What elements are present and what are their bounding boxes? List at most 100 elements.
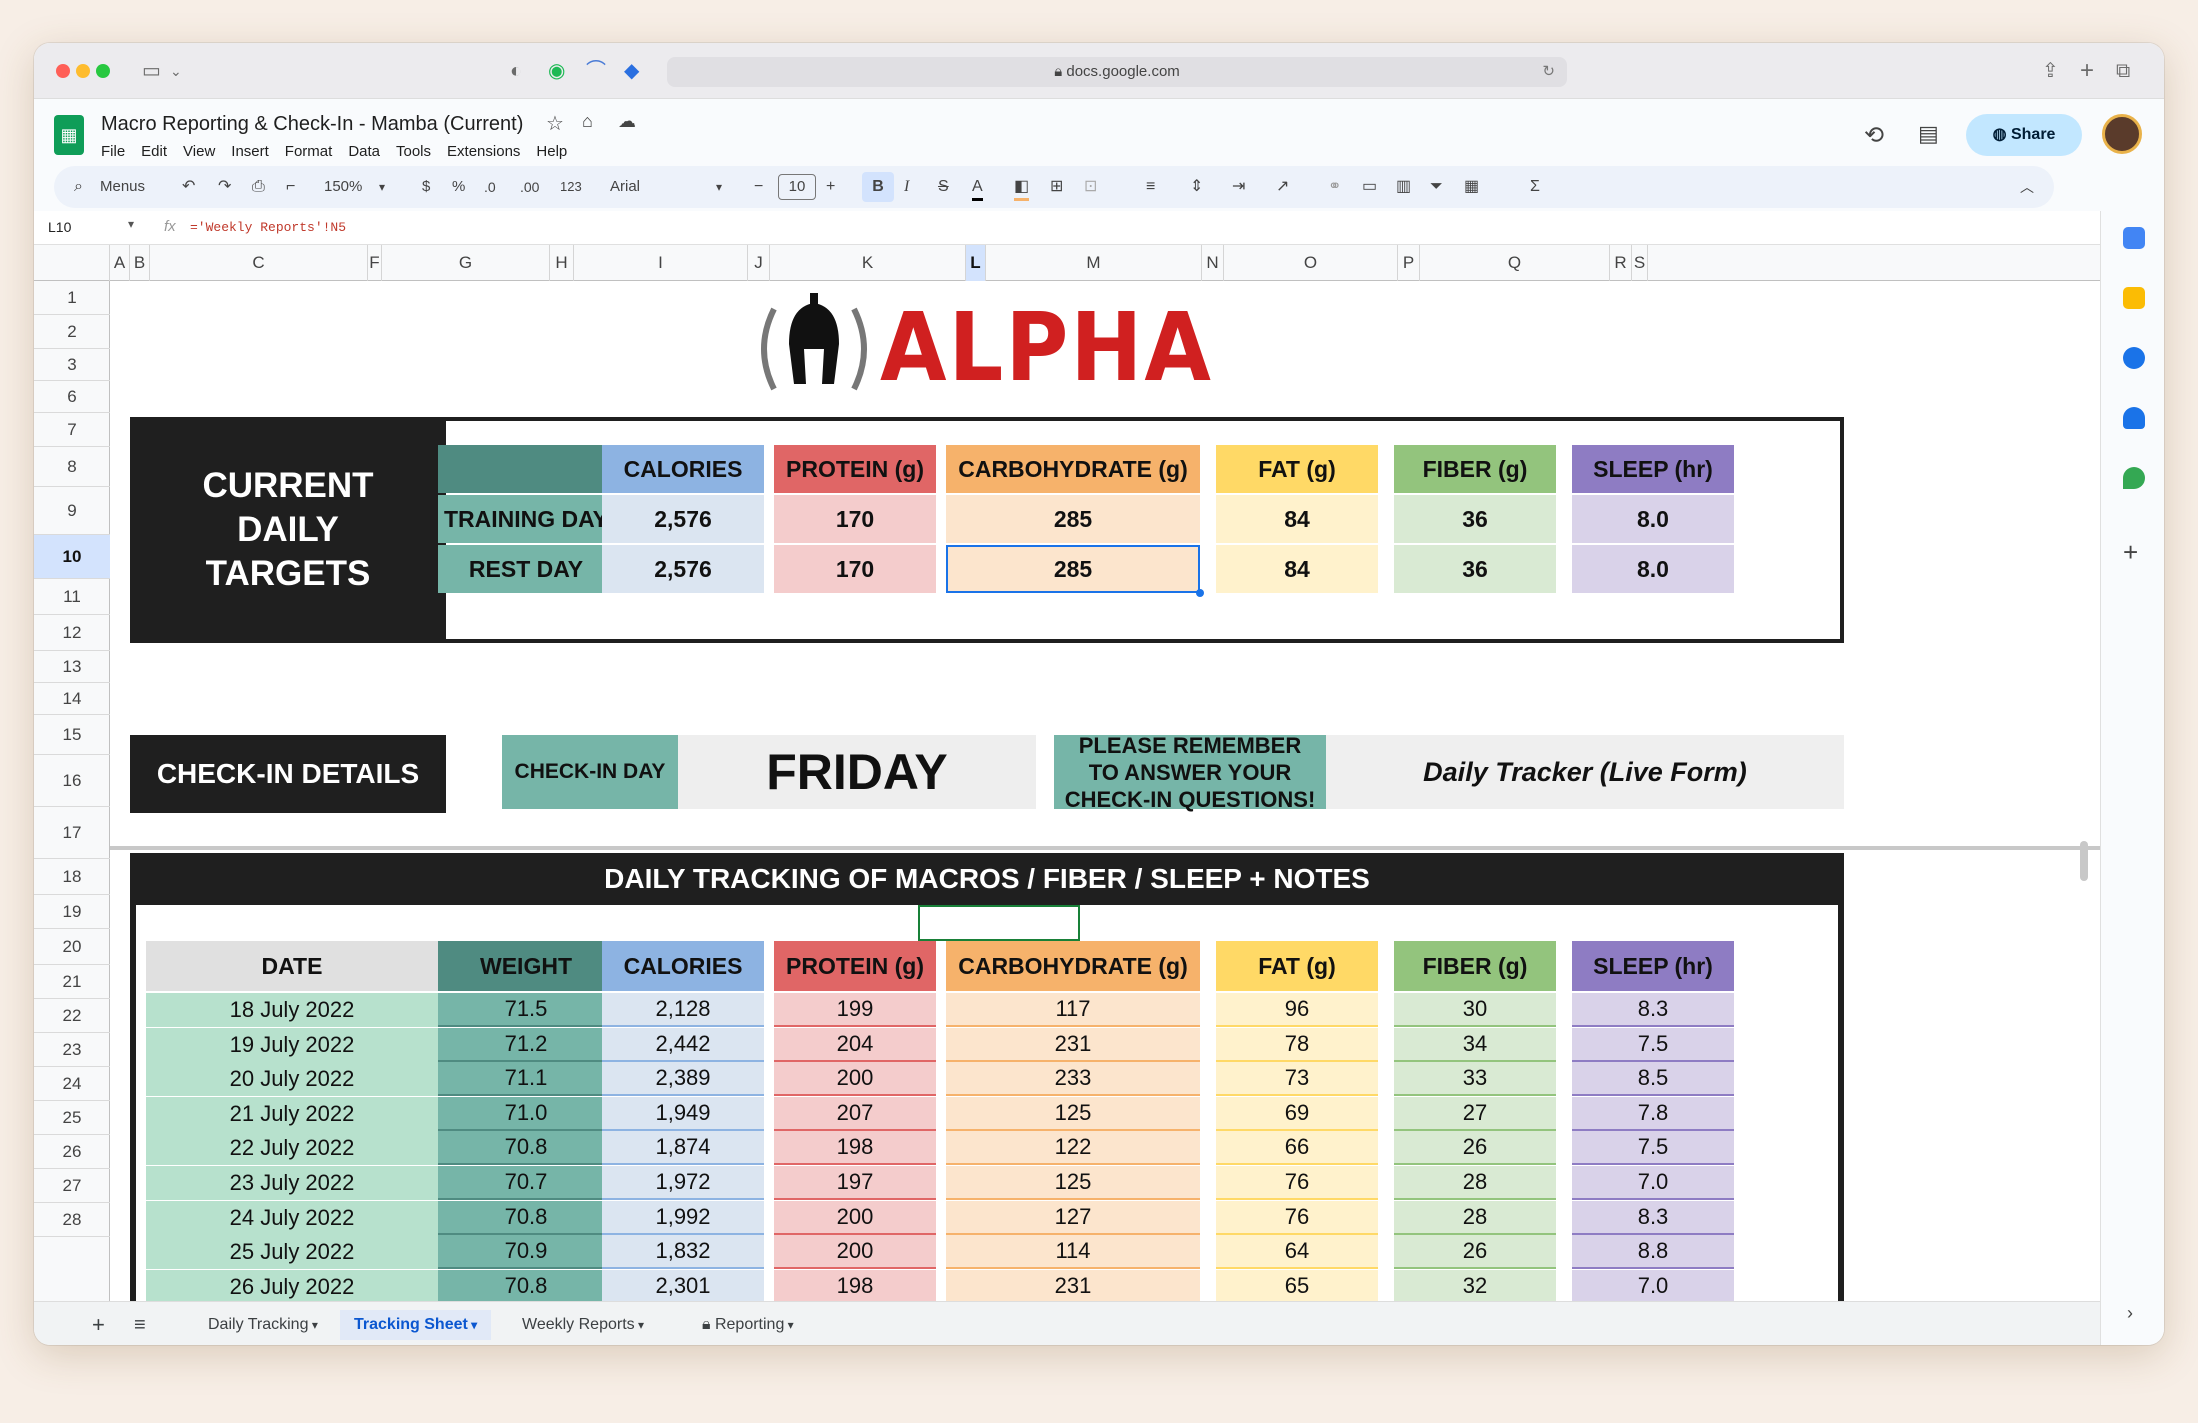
cloud-status-icon[interactable]: ☁	[618, 111, 636, 132]
tracking-value-cell[interactable]: 207	[774, 1096, 936, 1131]
bookmark-icon[interactable]: ◆	[624, 59, 639, 83]
tracking-date-cell[interactable]: 23 July 2022	[146, 1166, 438, 1200]
tracking-value-cell[interactable]: 71.5	[438, 993, 614, 1027]
tracking-value-cell[interactable]: 8.3	[1572, 993, 1734, 1027]
tracking-value-cell[interactable]: 2,442	[602, 1027, 764, 1062]
tracking-value-cell[interactable]: 70.9	[438, 1235, 614, 1270]
tracking-value-cell[interactable]: 26	[1394, 1131, 1556, 1166]
font-size-input[interactable]: 10	[778, 174, 816, 200]
row-header-18[interactable]: 18	[34, 859, 110, 895]
vertical-scrollbar[interactable]	[2080, 841, 2088, 881]
tracking-value-cell[interactable]: 96	[1216, 993, 1378, 1027]
tracking-value-cell[interactable]: 125	[946, 1096, 1200, 1131]
tracking-value-cell[interactable]: 1,972	[602, 1166, 764, 1200]
row-header-28[interactable]: 28	[34, 1203, 110, 1237]
row-header-21[interactable]: 21	[34, 965, 110, 999]
tracking-value-cell[interactable]: 231	[946, 1269, 1200, 1304]
menu-extensions[interactable]: Extensions	[447, 143, 520, 160]
paint-format-icon[interactable]: ⌐	[286, 176, 295, 198]
tracking-value-cell[interactable]: 34	[1394, 1027, 1556, 1062]
menu-tools[interactable]: Tools	[396, 143, 431, 160]
sheet-tab-reporting[interactable]: 🔒︎ Reporting ▾	[688, 1310, 808, 1340]
row-header-2[interactable]: 2	[34, 315, 110, 349]
row-header-25[interactable]: 25	[34, 1101, 110, 1135]
daily-tracker-form-link[interactable]: Daily Tracker (Live Form)	[1326, 735, 1844, 809]
formula-input[interactable]: ='Weekly Reports'!N5	[190, 220, 346, 235]
tracking-value-cell[interactable]: 1,874	[602, 1131, 764, 1166]
bold-button[interactable]: B	[862, 172, 894, 202]
search-menus-icon[interactable]: ⌕	[74, 176, 83, 198]
column-header-i[interactable]: I	[574, 245, 748, 281]
tracking-value-cell[interactable]: 30	[1394, 993, 1556, 1027]
tracking-value-cell[interactable]: 32	[1394, 1269, 1556, 1304]
tracking-value-cell[interactable]: 200	[774, 1200, 936, 1235]
sheet-tab-daily-tracking[interactable]: Daily Tracking ▾	[194, 1310, 332, 1340]
target-value-cell[interactable]: 285	[946, 495, 1200, 543]
row-header-10[interactable]: 10	[34, 535, 110, 579]
column-header-l[interactable]: L	[966, 245, 986, 281]
column-header-h[interactable]: H	[550, 245, 574, 281]
menu-file[interactable]: File	[101, 143, 125, 160]
tracking-value-cell[interactable]: 70.8	[438, 1131, 614, 1166]
tracking-value-cell[interactable]: 71.0	[438, 1096, 614, 1131]
menu-view[interactable]: View	[183, 143, 215, 160]
tracking-value-cell[interactable]: 7.0	[1572, 1269, 1734, 1304]
decrease-font-icon[interactable]: −	[754, 176, 763, 198]
tracking-date-cell[interactable]: 22 July 2022	[146, 1131, 438, 1166]
row-header-15[interactable]: 15	[34, 715, 110, 755]
percent-format-button[interactable]: %	[452, 176, 465, 198]
tracking-date-cell[interactable]: 20 July 2022	[146, 1062, 438, 1097]
tracking-value-cell[interactable]: 199	[774, 993, 936, 1027]
row-header-9[interactable]: 9	[34, 487, 110, 535]
column-header-o[interactable]: O	[1224, 245, 1398, 281]
tracking-value-cell[interactable]: 198	[774, 1269, 936, 1304]
tracking-value-cell[interactable]: 71.1	[438, 1062, 614, 1097]
tracking-value-cell[interactable]: 200	[774, 1235, 936, 1270]
row-header-19[interactable]: 19	[34, 895, 110, 929]
frozen-row-divider[interactable]	[110, 846, 2100, 850]
row-header-23[interactable]: 23	[34, 1033, 110, 1067]
column-header-s[interactable]: S	[1632, 245, 1648, 281]
zoom-select[interactable]: 150%	[324, 176, 362, 198]
row-header-12[interactable]: 12	[34, 615, 110, 651]
filter-icon[interactable]: ⏷	[1430, 176, 1443, 198]
font-chevron-icon[interactable]: ▾	[716, 176, 722, 198]
select-all-corner[interactable]	[34, 245, 110, 281]
tracking-value-cell[interactable]: 2,128	[602, 993, 764, 1027]
star-icon[interactable]: ☆	[546, 111, 564, 136]
version-history-icon[interactable]: ⟲	[1864, 121, 1884, 150]
tracking-date-cell[interactable]: 26 July 2022	[146, 1269, 438, 1304]
row-header-6[interactable]: 6	[34, 381, 110, 413]
account-avatar[interactable]	[2102, 114, 2142, 154]
chevron-down-icon[interactable]: ⌄	[170, 59, 182, 83]
row-header-22[interactable]: 22	[34, 999, 110, 1033]
target-value-cell[interactable]: 36	[1394, 545, 1556, 593]
chevron-down-icon[interactable]: ▾	[784, 1318, 794, 1332]
column-header-f[interactable]: F	[368, 245, 382, 281]
tracking-value-cell[interactable]: 76	[1216, 1166, 1378, 1200]
borders-icon[interactable]: ⊞	[1050, 176, 1063, 198]
row-header-3[interactable]: 3	[34, 349, 110, 381]
tracking-value-cell[interactable]: 200	[774, 1062, 936, 1097]
column-header-r[interactable]: R	[1610, 245, 1632, 281]
target-value-cell[interactable]: 170	[774, 495, 936, 543]
tracking-value-cell[interactable]: 2,389	[602, 1062, 764, 1097]
row-header-16[interactable]: 16	[34, 755, 110, 807]
horizontal-align-icon[interactable]: ≡	[1146, 176, 1155, 198]
redo-icon[interactable]: ↷	[218, 176, 231, 198]
chevron-down-icon[interactable]: ▾	[468, 1318, 477, 1332]
tracking-value-cell[interactable]: 70.7	[438, 1166, 614, 1200]
maps-icon[interactable]	[2123, 467, 2145, 489]
tracking-value-cell[interactable]: 1,832	[602, 1235, 764, 1270]
tracking-value-cell[interactable]: 65	[1216, 1269, 1378, 1304]
sheets-logo-icon[interactable]: ▦	[54, 115, 84, 155]
insert-comment-icon[interactable]: ▭	[1362, 176, 1377, 198]
shield-icon[interactable]: ◐	[510, 59, 522, 83]
tracking-value-cell[interactable]: 7.5	[1572, 1131, 1734, 1166]
sheet-tab-weekly-reports[interactable]: Weekly Reports ▾	[508, 1310, 658, 1340]
zoom-chevron-icon[interactable]: ▾	[379, 176, 385, 198]
tracking-value-cell[interactable]: 114	[946, 1235, 1200, 1270]
tracking-value-cell[interactable]: 26	[1394, 1235, 1556, 1270]
target-value-cell[interactable]: 2,576	[602, 545, 764, 593]
tracking-value-cell[interactable]: 122	[946, 1131, 1200, 1166]
